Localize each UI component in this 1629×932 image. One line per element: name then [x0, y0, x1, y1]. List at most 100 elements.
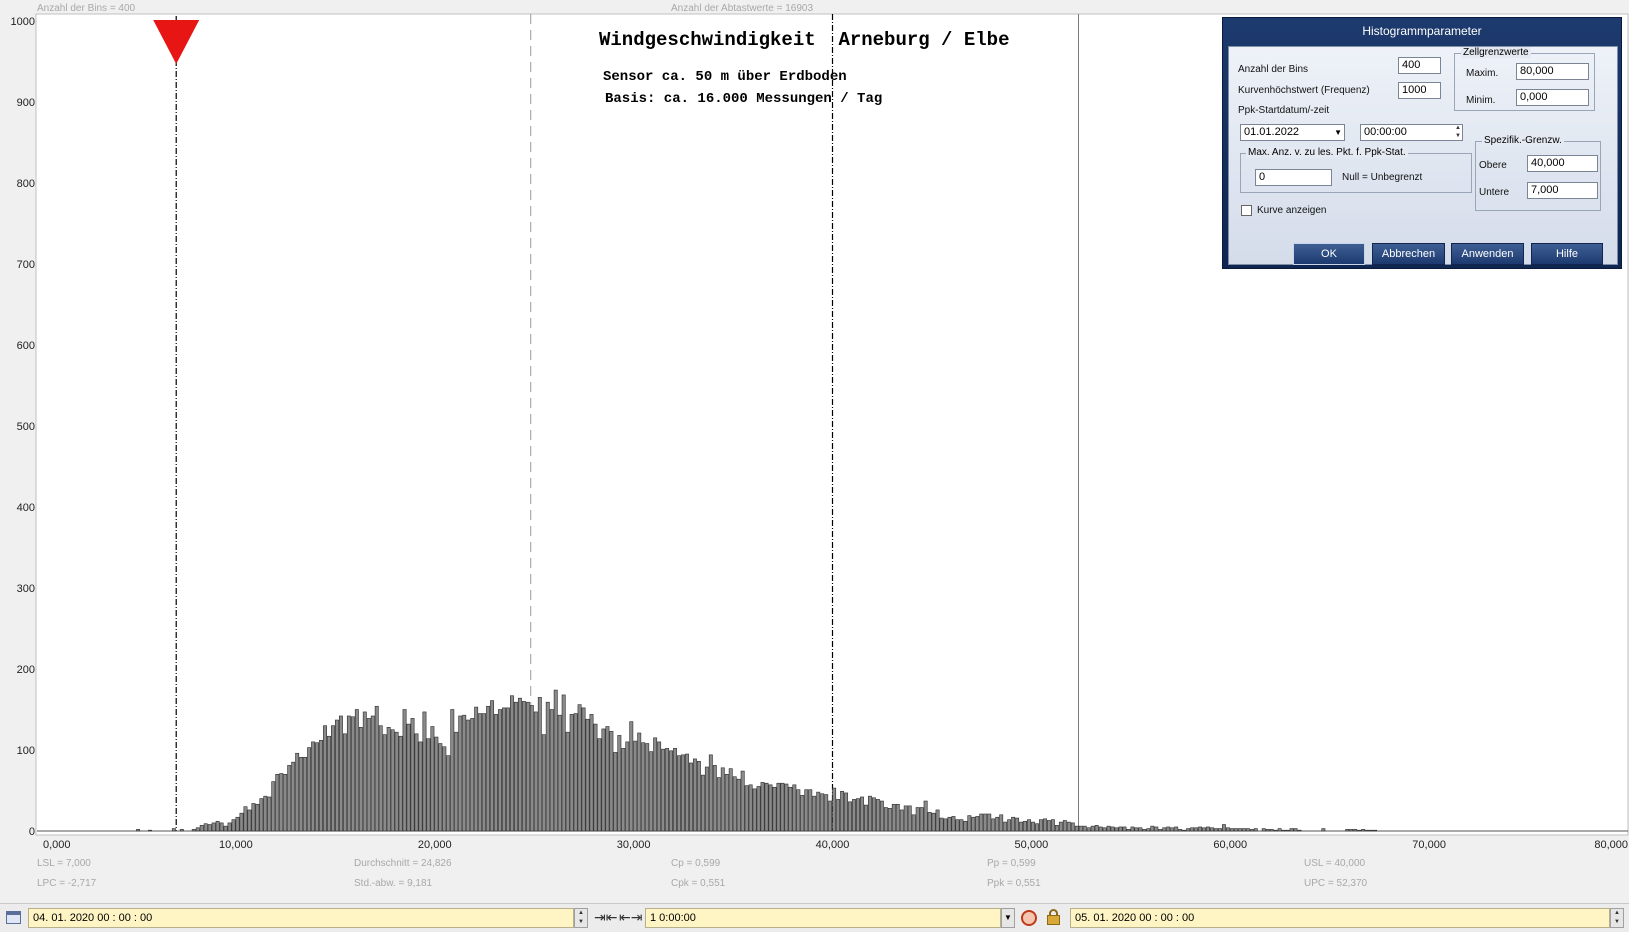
x-tick-label: 0,000 — [43, 839, 71, 851]
histogram-bar — [967, 815, 972, 832]
histogram-bar — [283, 773, 288, 832]
chevron-down-icon[interactable]: ▼ — [1334, 125, 1342, 140]
histogram-bar — [1233, 828, 1238, 832]
start-spin-icon[interactable]: ▲ ▼ — [574, 908, 588, 928]
curve-max-label: Kurvenhöchstwert (Frequenz) — [1238, 85, 1370, 96]
histogram-bar — [1102, 827, 1107, 832]
histogram-bar — [1078, 825, 1083, 832]
histogram-bar — [788, 786, 793, 832]
histogram-bar — [979, 813, 984, 832]
histogram-bar — [947, 816, 952, 832]
histogram-bar — [219, 822, 224, 832]
start-datetime-field[interactable]: 04. 01. 2020 00 : 00 : 00 — [28, 908, 574, 928]
histogram-bar — [354, 709, 359, 832]
min-input[interactable]: 0,000 — [1516, 89, 1589, 106]
lower-label: Untere — [1479, 187, 1510, 198]
cancel-button[interactable]: Abbrechen — [1372, 243, 1445, 265]
histogram-bar — [430, 726, 435, 832]
shrink-range-icon[interactable]: ⇥⇤ — [594, 909, 617, 926]
apply-button[interactable]: Anwenden — [1451, 243, 1524, 265]
stat-mean: Durchschnitt = 24,826 — [354, 858, 452, 869]
histogram-bar — [1174, 826, 1179, 832]
histogram-bar — [311, 741, 316, 832]
time-spin-icon[interactable]: ▲ ▼ — [1455, 124, 1461, 140]
histogram-bar — [223, 825, 228, 832]
histogram-bar — [732, 776, 737, 832]
lower-input[interactable]: 7,000 — [1527, 182, 1598, 199]
histogram-bar — [295, 752, 300, 832]
bins-input[interactable]: 400 — [1398, 57, 1441, 74]
y-tick-label: 1000 — [11, 16, 35, 28]
ok-button[interactable]: OK — [1293, 243, 1365, 265]
histogram-bar — [211, 822, 216, 832]
x-tick-label: 10,000 — [219, 839, 253, 851]
y-tick-label: 200 — [17, 664, 35, 676]
show-curve-checkbox[interactable] — [1241, 205, 1252, 216]
histogram-bar — [971, 816, 976, 832]
duration-field[interactable]: 1 0:00:00 — [645, 908, 1001, 928]
histogram-bar — [215, 820, 220, 832]
histogram-bar — [299, 756, 304, 832]
histogram-bar — [1210, 827, 1214, 832]
help-button[interactable]: Hilfe — [1531, 243, 1603, 265]
histogram-bar — [398, 735, 403, 832]
y-tick-label: 300 — [17, 583, 35, 595]
histogram-bar — [991, 818, 996, 832]
histogram-bar — [820, 793, 825, 832]
histogram-bar — [1138, 827, 1143, 832]
histogram-bar — [613, 752, 618, 832]
histogram-bar — [1353, 829, 1358, 832]
histogram-bar — [661, 748, 666, 832]
histogram-bar — [335, 719, 339, 832]
curve-max-input[interactable]: 1000 — [1398, 82, 1441, 99]
histogram-bar — [470, 718, 475, 832]
calendar-icon[interactable] — [6, 911, 21, 924]
histogram-bar — [267, 796, 272, 832]
histogram-bar — [931, 812, 936, 832]
histogram-bar — [1082, 825, 1087, 832]
expand-range-icon[interactable]: ⇤⇥ — [619, 909, 642, 926]
histogram-bar — [517, 697, 522, 832]
histogram-bar — [1190, 827, 1195, 832]
upper-input[interactable]: 40,000 — [1527, 155, 1598, 172]
histogram-bar — [633, 740, 638, 832]
histogram-bar — [883, 807, 888, 832]
histogram-bar — [736, 778, 741, 832]
ppk-date-select[interactable]: 01.01.2022 ▼ — [1240, 124, 1345, 141]
stat-cpk: Cpk = 0,551 — [671, 878, 726, 889]
histogram-bar — [255, 803, 260, 832]
histogram-bar — [346, 715, 351, 832]
histogram-bar — [549, 709, 554, 832]
histogram-bar — [1202, 827, 1206, 832]
histogram-bar — [545, 701, 550, 832]
histogram-bar — [681, 754, 685, 832]
max-points-input[interactable]: 0 — [1255, 169, 1332, 186]
stat-stddev: Std.-abw. = 9,181 — [354, 878, 433, 889]
histogram-bar — [307, 747, 312, 832]
x-tick-label: 50,000 — [1015, 839, 1049, 851]
histogram-bar — [1357, 829, 1362, 832]
stat-lpc: LPC = -2,717 — [37, 878, 97, 889]
histogram-bar — [1349, 829, 1354, 832]
histogram-bar — [784, 783, 789, 832]
duration-dropdown-icon[interactable]: ▼ — [1001, 908, 1015, 928]
lock-icon[interactable] — [1047, 915, 1060, 925]
max-input[interactable]: 80,000 — [1516, 63, 1589, 80]
histogram-bar — [1054, 825, 1059, 832]
end-spin-icon[interactable]: ▲ ▼ — [1610, 908, 1624, 928]
y-tick-label: 700 — [17, 259, 35, 271]
dialog-body: Anzahl der Bins 400 Kurvenhöchstwert (Fr… — [1228, 46, 1618, 265]
show-curve-label[interactable]: Kurve anzeigen — [1257, 205, 1327, 216]
histogram-bar — [1281, 829, 1286, 832]
clock-icon[interactable] — [1021, 910, 1037, 926]
histogram-bar — [203, 823, 208, 832]
histogram-bar — [506, 707, 510, 832]
end-datetime-field[interactable]: 05. 01. 2020 00 : 00 : 00 — [1070, 908, 1610, 928]
histogram-bar — [557, 714, 562, 832]
histogram-bar — [350, 716, 355, 832]
histogram-bar — [1046, 820, 1051, 832]
histogram-bar — [494, 714, 498, 832]
histogram-bar — [804, 789, 809, 832]
max-points-group-label: Max. Anz. v. zu les. Pkt. f. Ppk-Stat. — [1246, 147, 1408, 158]
ppk-time-input[interactable]: 00:00:00 ▲ ▼ — [1360, 124, 1463, 141]
